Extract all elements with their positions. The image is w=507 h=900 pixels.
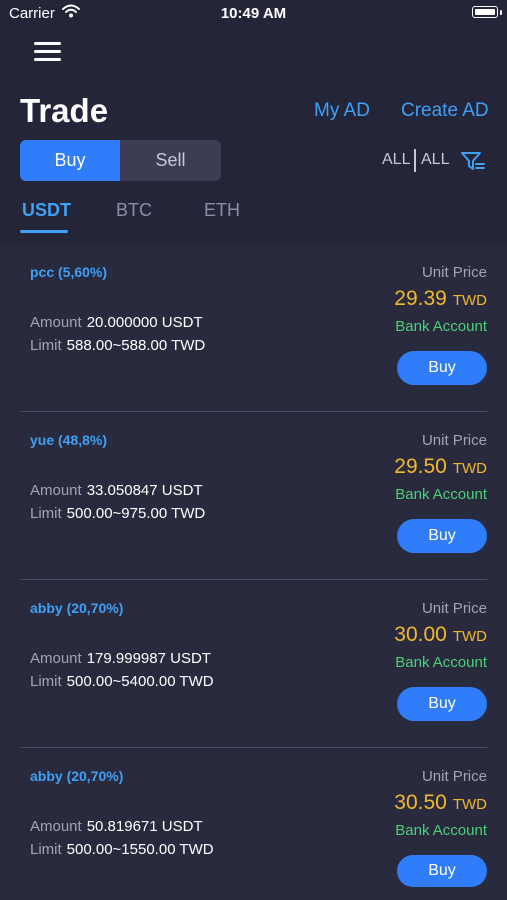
unit-price-value: 29.39 <box>394 287 447 310</box>
unit-price-label: Unit Price <box>421 264 487 281</box>
limit-row: Limit 500.00~1550.00 TWD <box>30 841 214 858</box>
limit-row: Limit 500.00~5400.00 TWD <box>30 673 214 690</box>
seller-name[interactable]: yue (48,8%) <box>30 432 107 448</box>
create-ad-link[interactable]: Create AD <box>401 100 489 122</box>
price-line: 30.00 TWD <box>394 623 487 647</box>
amount-row: Amount 50.819671 USDT <box>30 818 203 835</box>
my-ad-link[interactable]: My AD <box>314 100 370 122</box>
limit-label: Limit <box>30 505 62 522</box>
limit-value: 500.00~5400.00 TWD <box>66 673 214 690</box>
price-line: 29.39 TWD <box>394 287 487 311</box>
currency-label: TWD <box>452 796 487 813</box>
currency-label: TWD <box>452 460 487 477</box>
buy-mode-button[interactable]: Buy <box>20 140 120 181</box>
amount-row: Amount 33.050847 USDT <box>30 482 203 499</box>
amount-label: Amount <box>30 482 82 499</box>
amount-label: Amount <box>30 818 82 835</box>
filter-divider <box>414 149 416 172</box>
tab-usdt[interactable]: USDT <box>22 200 71 221</box>
limit-label: Limit <box>30 337 62 354</box>
buy-button[interactable]: Buy <box>397 855 487 887</box>
header-area: Carrier 10:49 AM Trade My AD Create AD B… <box>0 0 507 244</box>
payment-method: Bank Account <box>395 318 487 335</box>
page-title: Trade <box>20 92 109 129</box>
buy-sell-toggle: Buy Sell <box>20 140 221 181</box>
unit-price-value: 30.00 <box>394 623 447 646</box>
amount-value: 179.999987 USDT <box>86 650 211 667</box>
listing-card: abby (20,70%) Amount 50.819671 USDT Limit… <box>20 748 487 900</box>
sell-mode-button[interactable]: Sell <box>120 140 221 181</box>
listing-card: abby (20,70%) Amount 179.999987 USDT Limi… <box>20 580 487 748</box>
filter-icon[interactable] <box>460 150 486 172</box>
amount-row: Amount 179.999987 USDT <box>30 650 211 667</box>
listing-card: pcc (5,60%) Amount 20.000000 USDT Limit 58… <box>20 244 487 412</box>
battery-tip <box>500 10 502 15</box>
tab-eth[interactable]: ETH <box>204 200 240 221</box>
tab-btc[interactable]: BTC <box>116 200 152 221</box>
unit-price-value: 30.50 <box>394 791 447 814</box>
buy-button[interactable]: Buy <box>397 519 487 553</box>
clock: 10:49 AM <box>220 5 287 22</box>
seller-name[interactable]: pcc (5,60%) <box>30 264 107 280</box>
unit-price-label: Unit Price <box>421 432 487 449</box>
buy-button[interactable]: Buy <box>397 351 487 385</box>
menu-icon[interactable] <box>34 42 61 62</box>
limit-value: 588.00~588.00 TWD <box>66 337 206 354</box>
currency-label: TWD <box>452 628 487 645</box>
battery-icon <box>472 6 498 18</box>
active-tab-indicator <box>20 230 68 233</box>
filter-option-1[interactable]: ALL <box>382 151 410 169</box>
currency-label: TWD <box>452 292 487 309</box>
limit-value: 500.00~975.00 TWD <box>66 505 206 522</box>
limit-label: Limit <box>30 841 62 858</box>
listing-card: yue (48,8%) Amount 33.050847 USDT Limit 50… <box>20 412 487 580</box>
limit-row: Limit 500.00~975.00 TWD <box>30 505 205 522</box>
payment-method: Bank Account <box>395 822 487 839</box>
seller-name[interactable]: abby (20,70%) <box>30 600 123 616</box>
limit-value: 500.00~1550.00 TWD <box>66 841 214 858</box>
amount-value: 20.000000 USDT <box>86 314 203 331</box>
unit-price-label: Unit Price <box>421 768 487 785</box>
filter-option-2[interactable]: ALL <box>421 151 449 169</box>
amount-label: Amount <box>30 650 82 667</box>
unit-price-label: Unit Price <box>421 600 487 617</box>
limit-row: Limit 588.00~588.00 TWD <box>30 337 205 354</box>
price-line: 30.50 TWD <box>394 791 487 815</box>
price-line: 29.50 TWD <box>394 455 487 479</box>
limit-label: Limit <box>30 673 62 690</box>
amount-label: Amount <box>30 314 82 331</box>
payment-method: Bank Account <box>395 486 487 503</box>
buy-button[interactable]: Buy <box>397 687 487 721</box>
payment-method: Bank Account <box>395 654 487 671</box>
seller-name[interactable]: abby (20,70%) <box>30 768 123 784</box>
amount-row: Amount 20.000000 USDT <box>30 314 203 331</box>
amount-value: 33.050847 USDT <box>86 482 203 499</box>
unit-price-value: 29.50 <box>394 455 447 478</box>
amount-value: 50.819671 USDT <box>86 818 203 835</box>
status-bar: Carrier 10:49 AM <box>0 0 507 28</box>
